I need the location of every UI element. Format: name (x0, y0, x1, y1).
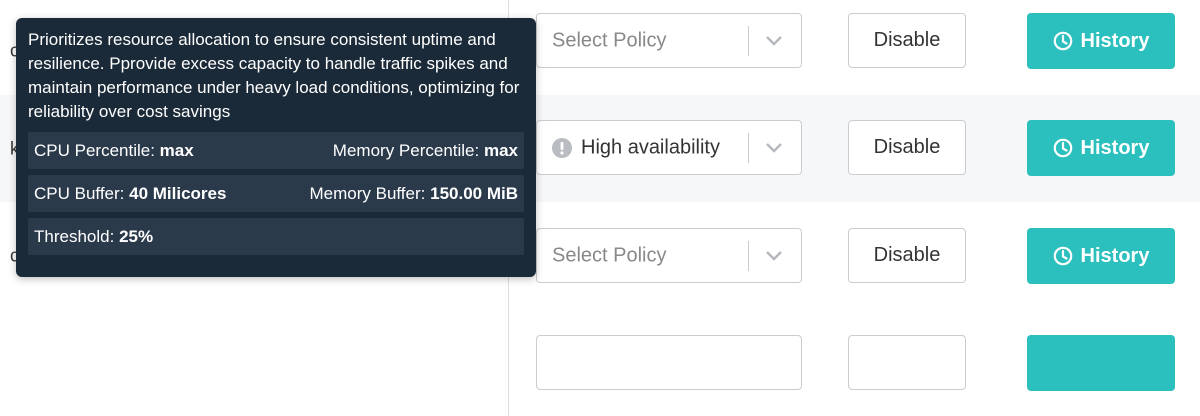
table-row (0, 309, 1200, 416)
policy-description: Prioritizes resource allocation to ensur… (28, 30, 520, 121)
memory-percentile-value: max (483, 140, 518, 160)
cpu-percentile: CPU Percentile: max (34, 141, 194, 161)
history-button[interactable]: History (1027, 120, 1175, 176)
memory-percentile-label: Memory Percentile: (332, 140, 480, 160)
memory-percentile: Memory Percentile: max (333, 141, 518, 161)
percentile-row: CPU Percentile: max Memory Percentile: m… (28, 132, 524, 169)
chevron-down-icon[interactable] (765, 35, 783, 47)
threshold-value: 25% (119, 226, 154, 246)
exclamation-circle-icon (552, 137, 572, 158)
disable-button[interactable] (848, 335, 966, 390)
select-divider (748, 133, 749, 163)
history-button-label: History (1080, 244, 1150, 267)
threshold-label: Threshold: (34, 226, 115, 246)
cpu-buffer-label: CPU Buffer: (34, 183, 125, 203)
cpu-percentile-label: CPU Percentile: (34, 140, 155, 160)
policy-select-value: High availability (581, 136, 720, 158)
policy-select[interactable]: High availability (536, 120, 802, 175)
chevron-down-icon[interactable] (765, 250, 783, 262)
policy-select-placeholder: Select Policy (552, 29, 667, 51)
cpu-percentile-value: max (159, 140, 194, 160)
disable-button[interactable]: Disable (848, 120, 966, 175)
disable-button[interactable]: Disable (848, 13, 966, 68)
history-button[interactable]: History (1027, 228, 1175, 284)
workload-name-cell (0, 309, 509, 416)
policy-select[interactable]: Select Policy (536, 228, 802, 283)
threshold-row: Threshold: 25% (28, 218, 524, 255)
policy-select[interactable] (536, 335, 802, 390)
clock-icon (1053, 31, 1072, 51)
policy-select-placeholder: Select Policy (552, 244, 667, 266)
cpu-buffer-value: 40 Milicores (129, 183, 227, 203)
memory-buffer-value: 150.00 MiB (430, 183, 518, 203)
history-button-label: History (1080, 136, 1150, 159)
policy-select[interactable]: Select Policy (536, 13, 802, 68)
memory-buffer-label: Memory Buffer: (309, 183, 426, 203)
threshold: Threshold: 25% (34, 227, 153, 247)
policy-tooltip: Prioritizes resource allocation to ensur… (16, 18, 536, 277)
history-button-label: History (1080, 29, 1150, 52)
chevron-down-icon[interactable] (765, 142, 783, 154)
select-divider (748, 241, 749, 271)
memory-buffer: Memory Buffer: 150.00 MiB (309, 184, 518, 204)
history-button[interactable]: History (1027, 13, 1175, 69)
clock-icon (1053, 246, 1072, 266)
select-divider (748, 26, 749, 56)
cpu-buffer: CPU Buffer: 40 Milicores (34, 184, 226, 204)
disable-button[interactable]: Disable (848, 228, 966, 283)
buffer-row: CPU Buffer: 40 Milicores Memory Buffer: … (28, 175, 524, 212)
clock-icon (1053, 138, 1072, 158)
history-button[interactable] (1027, 335, 1175, 391)
